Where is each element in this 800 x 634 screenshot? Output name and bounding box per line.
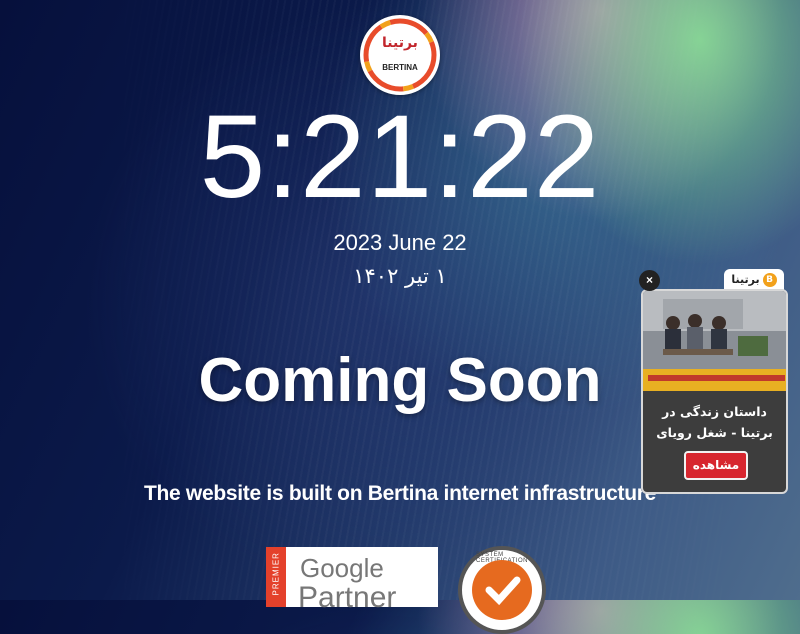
ad-brand-text: برتینا	[731, 273, 760, 286]
google-wordmark: Google	[300, 553, 384, 583]
bertina-b-icon: B	[762, 273, 777, 287]
ad-widget[interactable]: داستان زندگی در برتینا - شغل رویای من مش…	[641, 289, 788, 494]
ad-view-button[interactable]: مشاهده	[684, 451, 748, 480]
bertina-logo[interactable]: برتینا BERTINA	[360, 15, 440, 95]
premier-label: PREMIER	[271, 552, 281, 596]
countdown-clock: 5:21:22	[199, 91, 601, 223]
persian-date: ۱ تیر ۱۴۰۲	[353, 264, 447, 288]
gregorian-date: 2023 June 22	[333, 230, 467, 255]
premier-stripe: PREMIER	[266, 547, 286, 607]
partner-wordmark: Partner	[298, 581, 397, 614]
ad-close-icon[interactable]: ×	[639, 270, 660, 291]
logo-latin-text: BERTINA	[382, 63, 418, 72]
logo-ring-icon	[363, 18, 437, 92]
iso-certification-badge[interactable]: SYSTEM CERTIFICATION	[458, 546, 546, 634]
google-partner-badge[interactable]: PREMIER Google Partner	[266, 547, 438, 614]
ad-photo	[643, 291, 786, 391]
ad-brand-tab[interactable]: برتینا B	[724, 269, 784, 291]
logo-persian-text: برتینا	[382, 35, 418, 51]
checkmark-icon	[485, 576, 521, 606]
